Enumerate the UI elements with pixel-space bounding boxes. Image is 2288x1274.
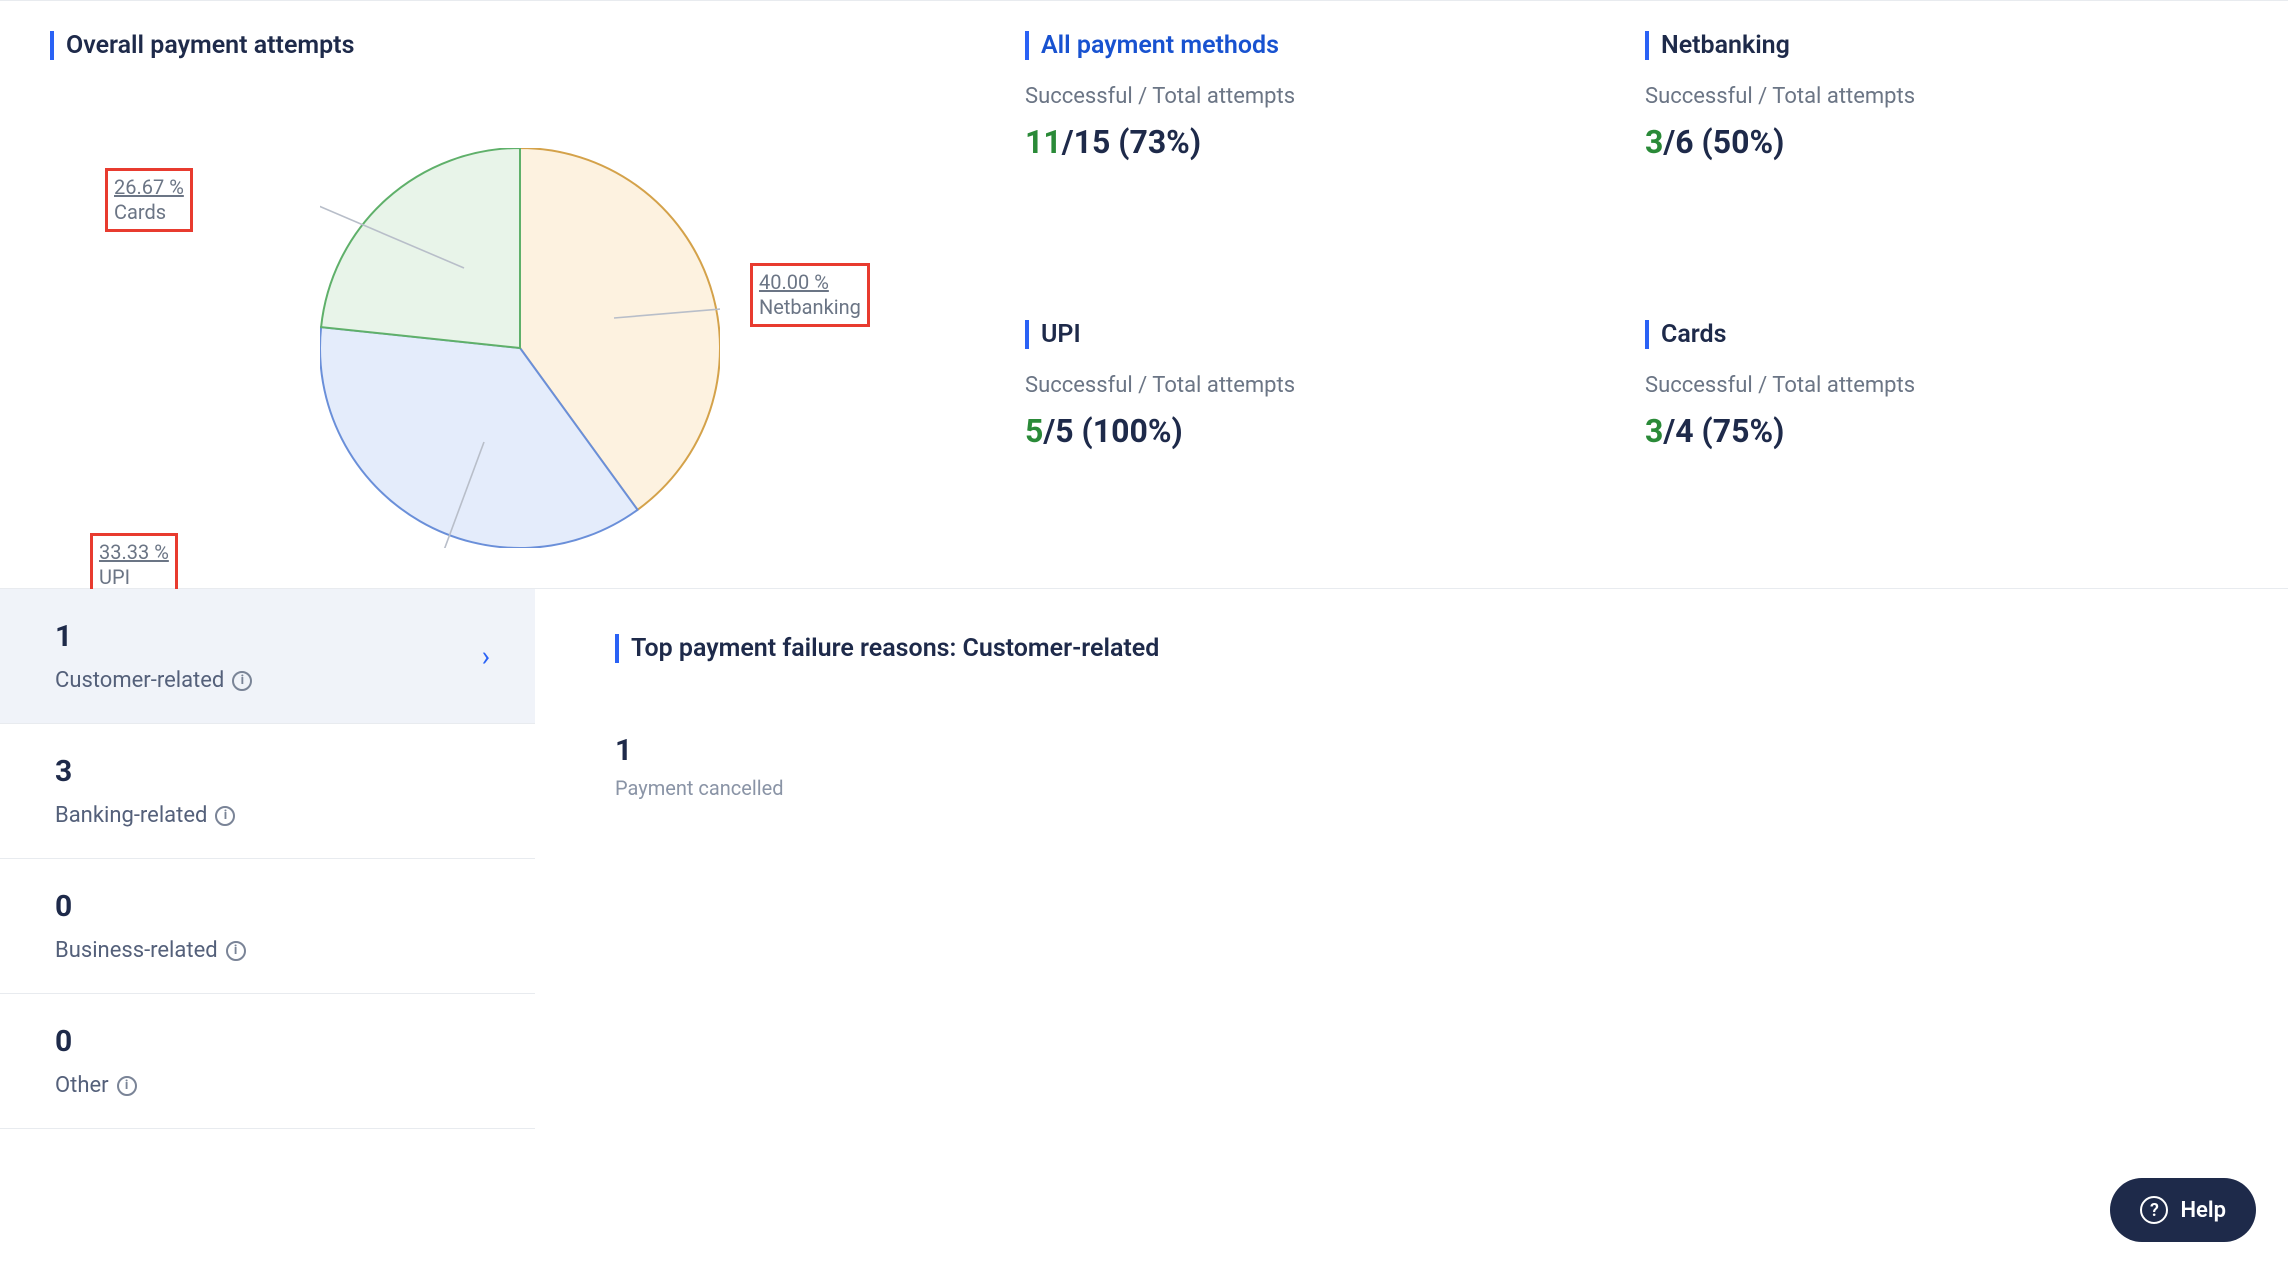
pie-label-upi: 33.33 % UPI bbox=[90, 533, 178, 597]
info-icon[interactable]: i bbox=[232, 671, 252, 691]
sidebar-business-label: Business-relatedi bbox=[55, 938, 480, 963]
stat-cards-sub: Successful / Total attempts bbox=[1645, 373, 2205, 398]
failure-reason-count: 1 bbox=[615, 733, 2208, 768]
stat-upi-value: 5/5 (100%) bbox=[1025, 412, 1585, 450]
stat-netbanking-value: 3/6 (50%) bbox=[1645, 123, 2205, 161]
pie-chart bbox=[320, 148, 720, 548]
sidebar-item-other[interactable]: 0 Otheri bbox=[0, 994, 535, 1129]
stat-all-value: 11/15 (73%) bbox=[1025, 123, 1585, 161]
help-icon: ? bbox=[2140, 1196, 2168, 1224]
sidebar-customer-label: Customer-relatedi bbox=[55, 668, 480, 693]
pie-label-upi-name: UPI bbox=[99, 565, 169, 590]
pie-label-cards-name: Cards bbox=[114, 200, 184, 225]
sidebar-other-label: Otheri bbox=[55, 1073, 480, 1098]
sidebar-item-customer-related[interactable]: 1 Customer-relatedi › bbox=[0, 589, 535, 724]
pie-label-netbanking-name: Netbanking bbox=[759, 295, 861, 320]
sidebar-banking-label: Banking-relatedi bbox=[55, 803, 480, 828]
sidebar-banking-count: 3 bbox=[55, 754, 480, 789]
sidebar-item-banking-related[interactable]: 3 Banking-relatedi bbox=[0, 724, 535, 859]
failure-category-sidebar: 1 Customer-relatedi › 3 Banking-relatedi… bbox=[0, 589, 535, 1129]
help-button[interactable]: ? Help bbox=[2110, 1178, 2256, 1242]
stat-upi-title: UPI bbox=[1025, 320, 1585, 349]
top-failure-reasons-title: Top payment failure reasons: Customer-re… bbox=[615, 634, 2208, 663]
sidebar-item-business-related[interactable]: 0 Business-relatedi bbox=[0, 859, 535, 994]
pie-chart-area: 26.67 % Cards 33.33 % UPI 40.00 % Netban… bbox=[50, 88, 1010, 558]
stat-cards[interactable]: Cards Successful / Total attempts 3/4 (7… bbox=[1645, 320, 2205, 559]
stat-all-payment-methods[interactable]: All payment methods Successful / Total a… bbox=[1025, 31, 1585, 270]
stat-netbanking[interactable]: Netbanking Successful / Total attempts 3… bbox=[1645, 31, 2205, 270]
stat-cards-value: 3/4 (75%) bbox=[1645, 412, 2205, 450]
info-icon[interactable]: i bbox=[215, 806, 235, 826]
pie-label-netbanking: 40.00 % Netbanking bbox=[750, 263, 870, 327]
stat-all-title: All payment methods bbox=[1025, 31, 1585, 60]
sidebar-other-count: 0 bbox=[55, 1024, 480, 1059]
info-icon[interactable]: i bbox=[226, 941, 246, 961]
pie-label-netbanking-pct: 40.00 % bbox=[759, 270, 861, 295]
failure-reason-item: 1 Payment cancelled bbox=[615, 733, 2208, 800]
sidebar-customer-count: 1 bbox=[55, 619, 480, 654]
sidebar-business-count: 0 bbox=[55, 889, 480, 924]
failure-reason-label: Payment cancelled bbox=[615, 776, 2208, 800]
help-label: Help bbox=[2180, 1198, 2226, 1223]
pie-slice-cards bbox=[321, 148, 520, 348]
pie-label-cards: 26.67 % Cards bbox=[105, 168, 193, 232]
overall-payment-attempts-title: Overall payment attempts bbox=[50, 31, 1010, 60]
stat-upi-sub: Successful / Total attempts bbox=[1025, 373, 1585, 398]
stat-upi[interactable]: UPI Successful / Total attempts 5/5 (100… bbox=[1025, 320, 1585, 559]
stat-netbanking-sub: Successful / Total attempts bbox=[1645, 84, 2205, 109]
chevron-right-icon: › bbox=[482, 640, 490, 673]
pie-label-upi-pct: 33.33 % bbox=[99, 540, 169, 565]
stat-cards-title: Cards bbox=[1645, 320, 2205, 349]
stat-all-sub: Successful / Total attempts bbox=[1025, 84, 1585, 109]
pie-label-cards-pct: 26.67 % bbox=[114, 175, 184, 200]
stat-netbanking-title: Netbanking bbox=[1645, 31, 2205, 60]
info-icon[interactable]: i bbox=[117, 1076, 137, 1096]
